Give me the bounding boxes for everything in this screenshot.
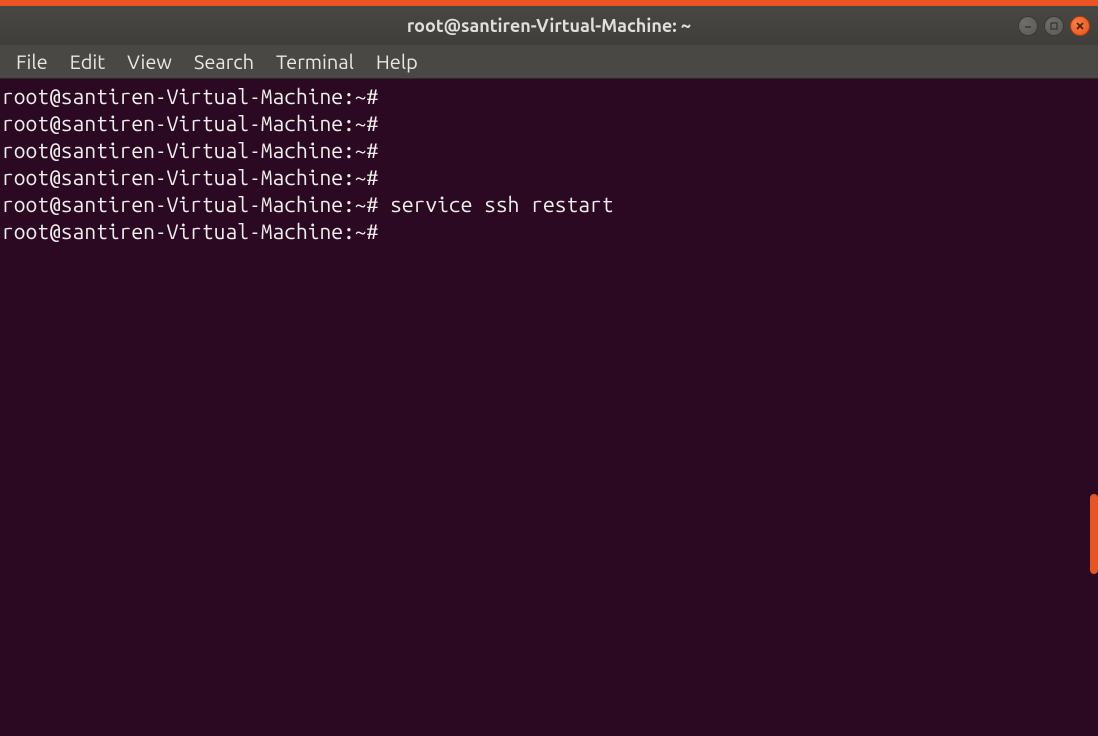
menu-help[interactable]: Help: [366, 46, 428, 77]
window-controls: [1018, 16, 1090, 36]
window-title: root@santiren-Virtual-Machine: ~: [407, 16, 691, 36]
menu-search[interactable]: Search: [184, 46, 264, 77]
titlebar[interactable]: root@santiren-Virtual-Machine: ~: [0, 7, 1098, 45]
terminal-line: root@santiren-Virtual-Machine:~#: [2, 164, 1096, 191]
minimize-icon: [1023, 21, 1033, 31]
close-icon: [1075, 21, 1085, 31]
maximize-icon: [1049, 21, 1059, 31]
terminal-line: root@santiren-Virtual-Machine:~#: [2, 83, 1096, 110]
terminal-line: root@santiren-Virtual-Machine:~#: [2, 137, 1096, 164]
terminal-line: root@santiren-Virtual-Machine:~# service…: [2, 191, 1096, 218]
terminal-window: root@santiren-Virtual-Machine: ~ File Ed…: [0, 6, 1098, 736]
close-button[interactable]: [1070, 16, 1090, 36]
terminal-line: root@santiren-Virtual-Machine:~#: [2, 110, 1096, 137]
menu-file[interactable]: File: [6, 46, 58, 77]
menu-terminal[interactable]: Terminal: [266, 46, 364, 77]
terminal-body[interactable]: root@santiren-Virtual-Machine:~# root@sa…: [0, 79, 1098, 736]
menu-view[interactable]: View: [117, 46, 182, 77]
terminal-line: root@santiren-Virtual-Machine:~#: [2, 218, 1096, 245]
menubar: File Edit View Search Terminal Help: [0, 45, 1098, 79]
minimize-button[interactable]: [1018, 16, 1038, 36]
scrollbar-thumb[interactable]: [1090, 494, 1098, 574]
maximize-button[interactable]: [1044, 16, 1064, 36]
menu-edit[interactable]: Edit: [60, 46, 115, 77]
